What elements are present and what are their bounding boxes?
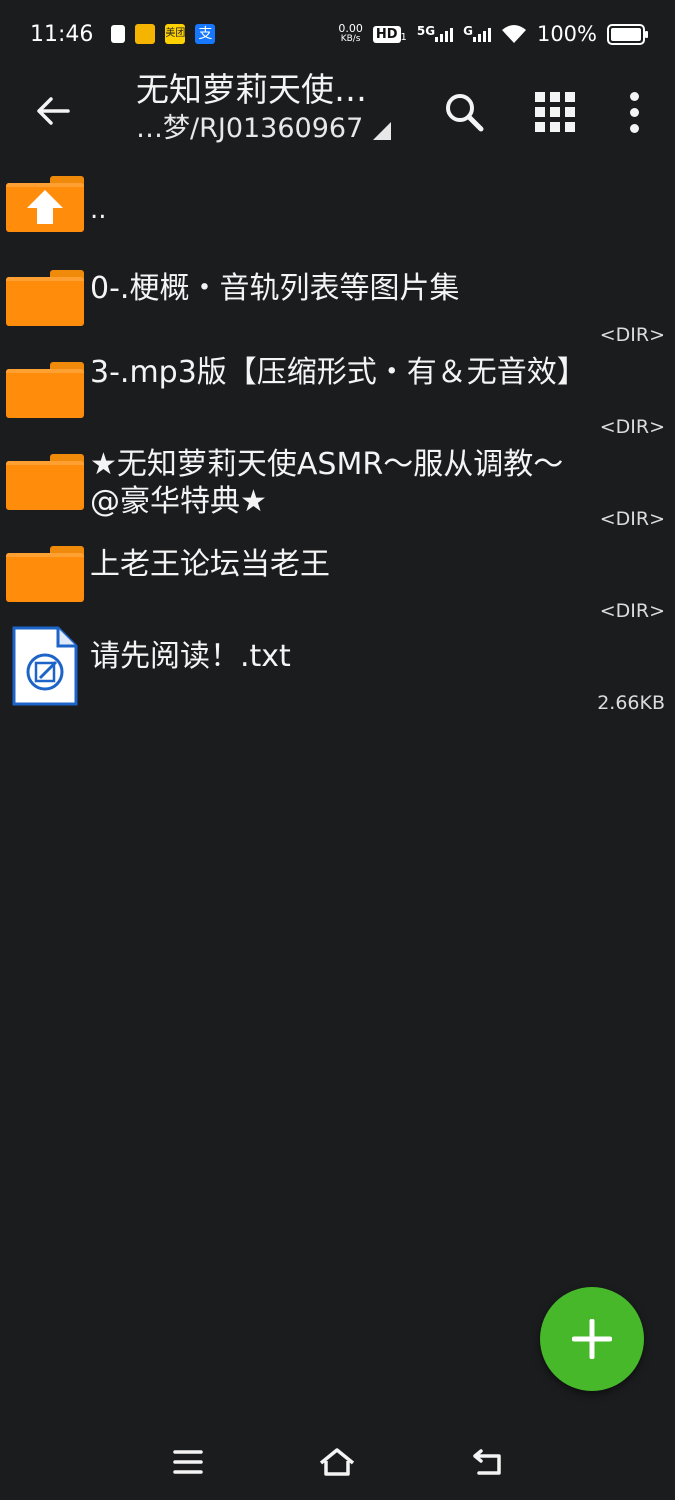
back-nav-icon <box>473 1449 501 1475</box>
more-vert-icon <box>629 91 639 133</box>
hd-sub: 1 <box>400 31 407 43</box>
wifi-icon <box>501 25 526 43</box>
status-bar: 11:46 美团 支 0.00 KB/s HD 1 5G G 100% <box>0 0 675 68</box>
dropdown-triangle-icon <box>373 122 392 140</box>
file-name: 请先阅读！.txt <box>90 639 291 674</box>
file-name: 上老王论坛当老王 <box>90 547 330 582</box>
text-file-icon <box>12 626 78 706</box>
file-row[interactable]: 上老王论坛当老王 <DIR> <box>0 526 675 622</box>
battery-percent: 100% <box>536 22 597 46</box>
file-name: 0-.梗概・音轨列表等图片集 <box>90 271 460 306</box>
signal-g-icon: G <box>463 24 491 42</box>
back-button[interactable] <box>28 86 78 136</box>
net-speed-value: 0.00 <box>338 22 363 35</box>
check-badge-icon <box>111 25 126 43</box>
net-speed: 0.00 KB/s <box>338 22 363 44</box>
folder-title: 无知萝莉天使… <box>136 70 367 109</box>
folder-icon <box>6 454 84 510</box>
alipay-icon: 支 <box>195 24 216 44</box>
toolbar: 无知萝莉天使… …梦/RJ01360967 <box>0 68 675 156</box>
meituan-icon: 美团 <box>165 24 186 44</box>
network-g-label: G <box>463 24 473 38</box>
arrow-left-icon <box>37 97 70 125</box>
file-row[interactable]: 请先阅读！.txt 2.66KB <box>0 618 675 714</box>
file-meta: 2.66KB <box>597 692 665 714</box>
status-right: 0.00 KB/s HD 1 5G G 100% <box>338 22 648 46</box>
plus-icon <box>572 1319 612 1359</box>
more-options-button[interactable] <box>604 82 664 142</box>
back-nav-button[interactable] <box>463 1440 513 1484</box>
folder-icon <box>6 546 84 602</box>
status-left: 11:46 美团 支 <box>30 21 216 47</box>
file-row[interactable]: 3-.mp3版【压缩形式・有＆无音效】 <DIR> <box>0 342 675 438</box>
folder-icon <box>6 270 84 326</box>
menu-nav-button[interactable] <box>163 1440 213 1484</box>
status-time: 11:46 <box>30 21 94 47</box>
file-name: .. <box>90 195 107 225</box>
file-row[interactable]: 0-.梗概・音轨列表等图片集 <DIR> <box>0 250 675 346</box>
path-subtitle[interactable]: …梦/RJ01360967 <box>136 112 426 146</box>
search-button[interactable] <box>434 82 494 142</box>
hd-indicator: HD 1 <box>372 25 407 43</box>
file-name: ★无知萝莉天使ASMR～服从调教～@豪华特典★ <box>90 447 564 519</box>
view-grid-button[interactable] <box>525 82 585 142</box>
menu-icon <box>173 1450 203 1474</box>
net-speed-unit: KB/s <box>340 34 361 44</box>
search-icon <box>446 94 484 132</box>
file-row-parent[interactable]: .. <box>0 156 675 250</box>
file-list: .. 0-.梗概・音轨列表等图片集 <DIR> 3-.mp3版【压缩形式・有＆无… <box>0 156 675 714</box>
path-subtitle-text: …梦/RJ01360967 <box>136 113 364 144</box>
home-icon <box>319 1448 355 1476</box>
battery-icon <box>607 23 648 45</box>
network-5g-label: 5G <box>416 24 436 38</box>
file-row[interactable]: ★无知萝莉天使ASMR～服从调教～@豪华特典★ <DIR> <box>0 434 675 530</box>
app-yellow-icon <box>135 24 156 44</box>
hd-badge: HD <box>372 25 401 43</box>
home-nav-button[interactable] <box>312 1440 362 1484</box>
folder-icon <box>6 362 84 418</box>
system-nav-bar <box>0 1420 675 1500</box>
grid-icon <box>535 92 575 132</box>
folder-up-icon <box>6 176 84 232</box>
add-fab-button[interactable] <box>540 1287 644 1391</box>
signal-5g-icon: 5G <box>416 24 454 42</box>
path-title-block[interactable]: 无知萝莉天使… …梦/RJ01360967 <box>136 68 426 146</box>
file-name: 3-.mp3版【压缩形式・有＆无音效】 <box>90 355 587 390</box>
